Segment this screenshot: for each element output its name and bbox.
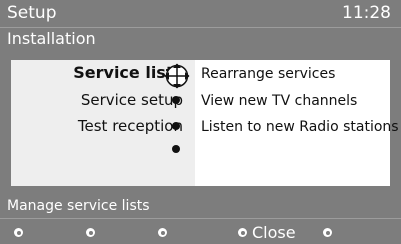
status-text: Manage service lists <box>7 198 150 214</box>
footer-bar <box>0 219 401 244</box>
close-button[interactable]: Close <box>252 223 296 243</box>
footer-key-5-icon[interactable] <box>323 228 332 237</box>
navigation-cursor-icon <box>164 63 190 89</box>
menu-bullet-icon <box>172 145 180 153</box>
menu-item-service-setup[interactable]: Service setup <box>81 90 183 110</box>
tv-setup-screen: Setup 11:28 Installation Service lists S… <box>0 0 401 244</box>
clock: 11:28 <box>342 3 391 23</box>
option-view-new-tv-channels[interactable]: View new TV channels <box>201 92 357 110</box>
footer-key-2-icon[interactable] <box>86 228 95 237</box>
close-key-icon[interactable] <box>238 228 247 237</box>
menu-item-test-reception[interactable]: Test reception <box>78 116 183 136</box>
screen-title: Setup <box>7 3 57 23</box>
option-listen-new-radio-stations[interactable]: Listen to new Radio stations <box>201 118 399 136</box>
header-divider <box>0 27 401 28</box>
screen-subtitle: Installation <box>7 29 96 48</box>
menu-bullet-icon <box>172 96 180 104</box>
menu-bullet-icon <box>172 122 180 130</box>
footer-key-3-icon[interactable] <box>158 228 167 237</box>
footer-key-1-icon[interactable] <box>14 228 23 237</box>
option-rearrange-services[interactable]: Rearrange services <box>201 65 335 83</box>
